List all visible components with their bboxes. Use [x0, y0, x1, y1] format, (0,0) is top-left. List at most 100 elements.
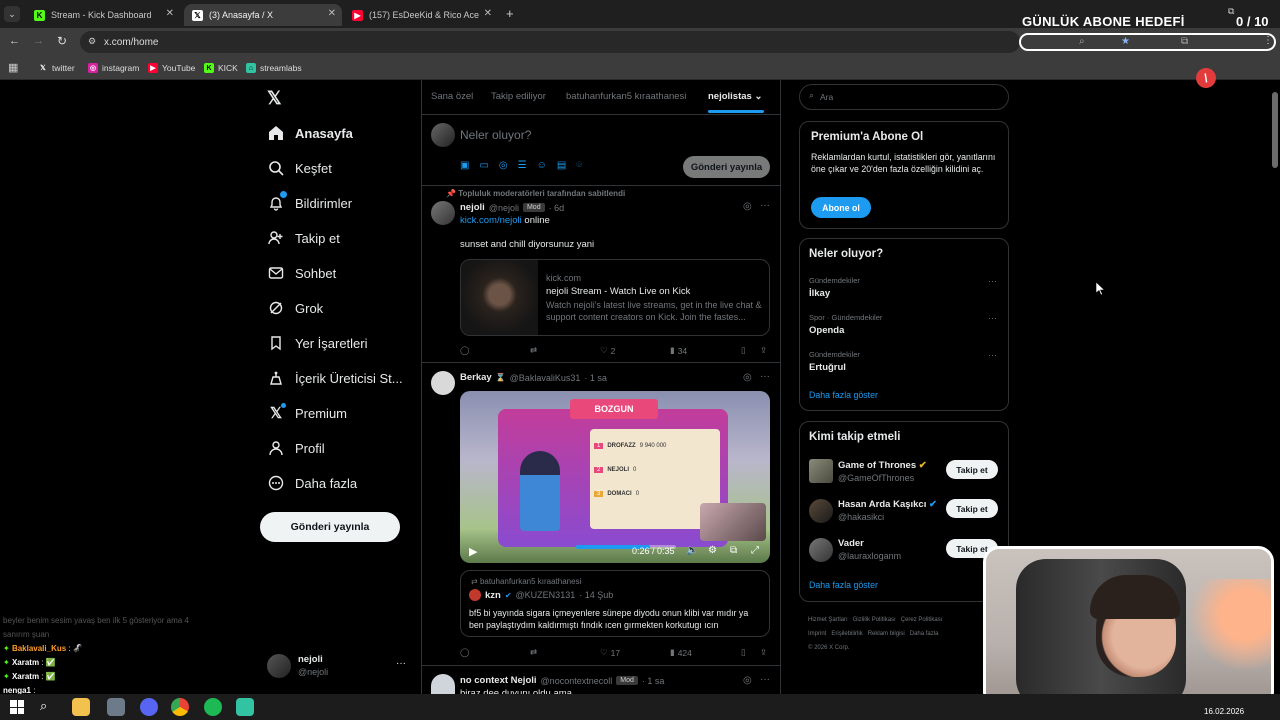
nav-notifications[interactable]: Bildirimler — [267, 190, 352, 216]
nav-profile[interactable]: Profil — [267, 435, 325, 461]
tab-youtube[interactable]: ▶ (157) EsDeeKid & Rico Ace - Ph ✕ — [344, 4, 498, 26]
grok-icon[interactable]: ◎ — [743, 201, 752, 212]
close-icon[interactable]: ✕ — [166, 8, 174, 19]
post-button[interactable]: Gönderi yayınla — [260, 512, 400, 542]
tweet-handle[interactable]: @nejoli — [489, 203, 519, 213]
avatar[interactable] — [809, 499, 833, 523]
gif-icon[interactable]: ▭ — [479, 160, 488, 174]
show-more-link[interactable]: Daha fazla göster — [809, 390, 878, 400]
more-icon[interactable]: ··· — [396, 658, 406, 669]
menu-icon[interactable]: ⋮ — [1263, 35, 1273, 46]
image-icon[interactable]: ▣ — [460, 160, 469, 174]
video-player[interactable]: BOZGUN 1 DROFAZZ 9 940 000 2 NEJOLI 0 3 … — [460, 391, 770, 563]
account-switcher[interactable]: nejoli @nejoli ··· — [262, 650, 412, 686]
follow-button[interactable]: Takip et — [946, 460, 998, 479]
settings-icon[interactable]: ⚙ — [708, 545, 717, 556]
nav-more[interactable]: Daha fazla — [267, 470, 357, 496]
tweet-author[interactable]: Berkay — [460, 372, 492, 383]
extensions-icon[interactable]: ⧉ — [1181, 36, 1188, 47]
grok-icon[interactable]: ◎ — [743, 372, 752, 383]
play-icon[interactable]: ▶ — [469, 545, 477, 558]
new-tab-button[interactable]: + — [506, 6, 514, 21]
follow-name[interactable]: Vader — [838, 538, 864, 549]
follow-name[interactable]: Game of Thrones ✔ — [838, 460, 927, 471]
fullscreen-icon[interactable]: ⤢ — [751, 545, 759, 556]
apps-icon[interactable]: ▦ — [8, 61, 18, 74]
close-icon[interactable]: ✕ — [328, 8, 336, 19]
avatar[interactable] — [809, 459, 833, 483]
follow-name[interactable]: Hasan Arda Kaşıkcı ✔ — [838, 499, 937, 510]
address-bar[interactable]: ⚙ x.com/home — [80, 31, 1020, 53]
tab-community[interactable]: batuhanfurkan5 kıraathanesi — [566, 91, 686, 102]
share-button[interactable]: ⇪ — [760, 345, 767, 356]
bookmark-instagram[interactable]: ◎ instagram — [88, 61, 139, 75]
chrome-icon[interactable] — [171, 698, 189, 716]
bookmark-kick[interactable]: K KICK — [204, 61, 238, 75]
tweet-link[interactable]: kick.com/nejoli — [460, 215, 522, 226]
reload-icon[interactable]: ↻ — [57, 34, 67, 48]
trend-item[interactable]: Gündemdekiler İlkay ··· — [809, 276, 1001, 302]
nav-creator-studio[interactable]: İçerik Üreticisi St... — [267, 365, 403, 391]
nav-grok[interactable]: Grok — [267, 295, 323, 321]
search-icon[interactable]: ⌕ — [40, 698, 47, 714]
footer-link[interactable]: Hizmet Şartları — [808, 617, 848, 623]
schedule-icon[interactable]: ▤ — [557, 160, 566, 174]
location-icon[interactable]: ⌾ — [576, 160, 582, 174]
quoted-tweet[interactable]: ⇄ batuhanfurkan5 kıraathanesi kzn ✔ @KUZ… — [460, 570, 770, 637]
streamlabs-icon[interactable] — [236, 698, 254, 716]
more-icon[interactable]: ··· — [988, 350, 997, 360]
bookmark-twitter[interactable]: 𝕏twitter — [38, 61, 75, 75]
bookmark-button[interactable]: ▯ — [741, 345, 746, 356]
emoji-icon[interactable]: ☺ — [537, 160, 547, 174]
page-scrollbar[interactable] — [1272, 92, 1278, 168]
views-button[interactable]: ▮ 424 — [670, 647, 692, 658]
tweet-time[interactable]: · 1 sa — [642, 676, 665, 686]
volume-icon[interactable]: 🔈 — [686, 545, 698, 556]
taskbar-app-icon[interactable] — [107, 698, 125, 716]
tab-nejolistas[interactable]: nejolistas ⌄ — [708, 91, 762, 102]
views-button[interactable]: ▮ 34 — [670, 345, 687, 356]
avatar[interactable] — [809, 538, 833, 562]
zoom-icon[interactable]: ⌕ — [1079, 36, 1085, 47]
footer-link[interactable]: Imprint — [808, 631, 826, 637]
tweet-author[interactable]: no context Nejoli — [460, 675, 537, 686]
avatar[interactable] — [431, 371, 455, 395]
site-info-icon[interactable]: ⚙ — [88, 36, 96, 47]
windows-start-icon[interactable] — [10, 700, 24, 714]
tweet-time[interactable]: · 1 sa — [584, 373, 607, 383]
composer-post-button[interactable]: Gönderi yayınla — [683, 156, 770, 178]
avatar[interactable] — [431, 674, 455, 694]
grok-icon[interactable]: ◎ — [743, 675, 752, 686]
bookmark-youtube[interactable]: ▶ YouTube — [148, 61, 195, 75]
pip-icon[interactable]: ⧉ — [730, 545, 737, 556]
search-input[interactable]: ⌕ Ara — [799, 84, 1009, 110]
nav-chat[interactable]: Sohbet — [267, 260, 336, 286]
avatar[interactable] — [431, 201, 455, 225]
tab-list-button[interactable]: ⌄ — [4, 6, 20, 22]
reply-button[interactable]: ◯ — [460, 647, 470, 658]
tweet-time[interactable]: · 6d — [549, 203, 565, 213]
footer-link[interactable]: Reklam bilgisi — [868, 631, 905, 637]
more-icon[interactable]: ··· — [988, 313, 997, 323]
like-button[interactable]: ♡ 2 — [600, 345, 615, 356]
forward-icon[interactable]: → — [33, 35, 44, 47]
window-controls[interactable]: ⧉ — [1228, 6, 1234, 17]
follow-button[interactable]: Takip et — [946, 499, 998, 518]
tweet-handle[interactable]: @nocontextnecoll — [541, 676, 613, 686]
share-button[interactable]: ⇪ — [760, 647, 767, 658]
star-icon[interactable]: ★ — [1121, 36, 1130, 47]
tweet-author[interactable]: nejoli — [460, 202, 485, 213]
trend-item[interactable]: Spor · Gündemdekiler Openda ··· — [809, 313, 1001, 339]
poll-icon[interactable]: ☰ — [518, 160, 527, 174]
footer-link[interactable]: Erişilebilirlik — [831, 631, 862, 637]
composer-input[interactable]: Neler oluyor? — [460, 128, 531, 142]
more-icon[interactable]: ··· — [760, 371, 770, 382]
subscribe-button[interactable]: Abone ol — [811, 197, 871, 218]
like-button[interactable]: ♡ 17 — [600, 647, 620, 658]
close-icon[interactable]: ✕ — [484, 8, 492, 19]
nav-home[interactable]: Anasayfa — [267, 120, 353, 146]
nav-follow[interactable]: Takip et — [267, 225, 340, 251]
nav-premium[interactable]: 𝕏 Premium — [267, 400, 347, 426]
bookmark-button[interactable]: ▯ — [741, 647, 746, 658]
footer-link[interactable]: Daha fazla — [910, 631, 939, 637]
